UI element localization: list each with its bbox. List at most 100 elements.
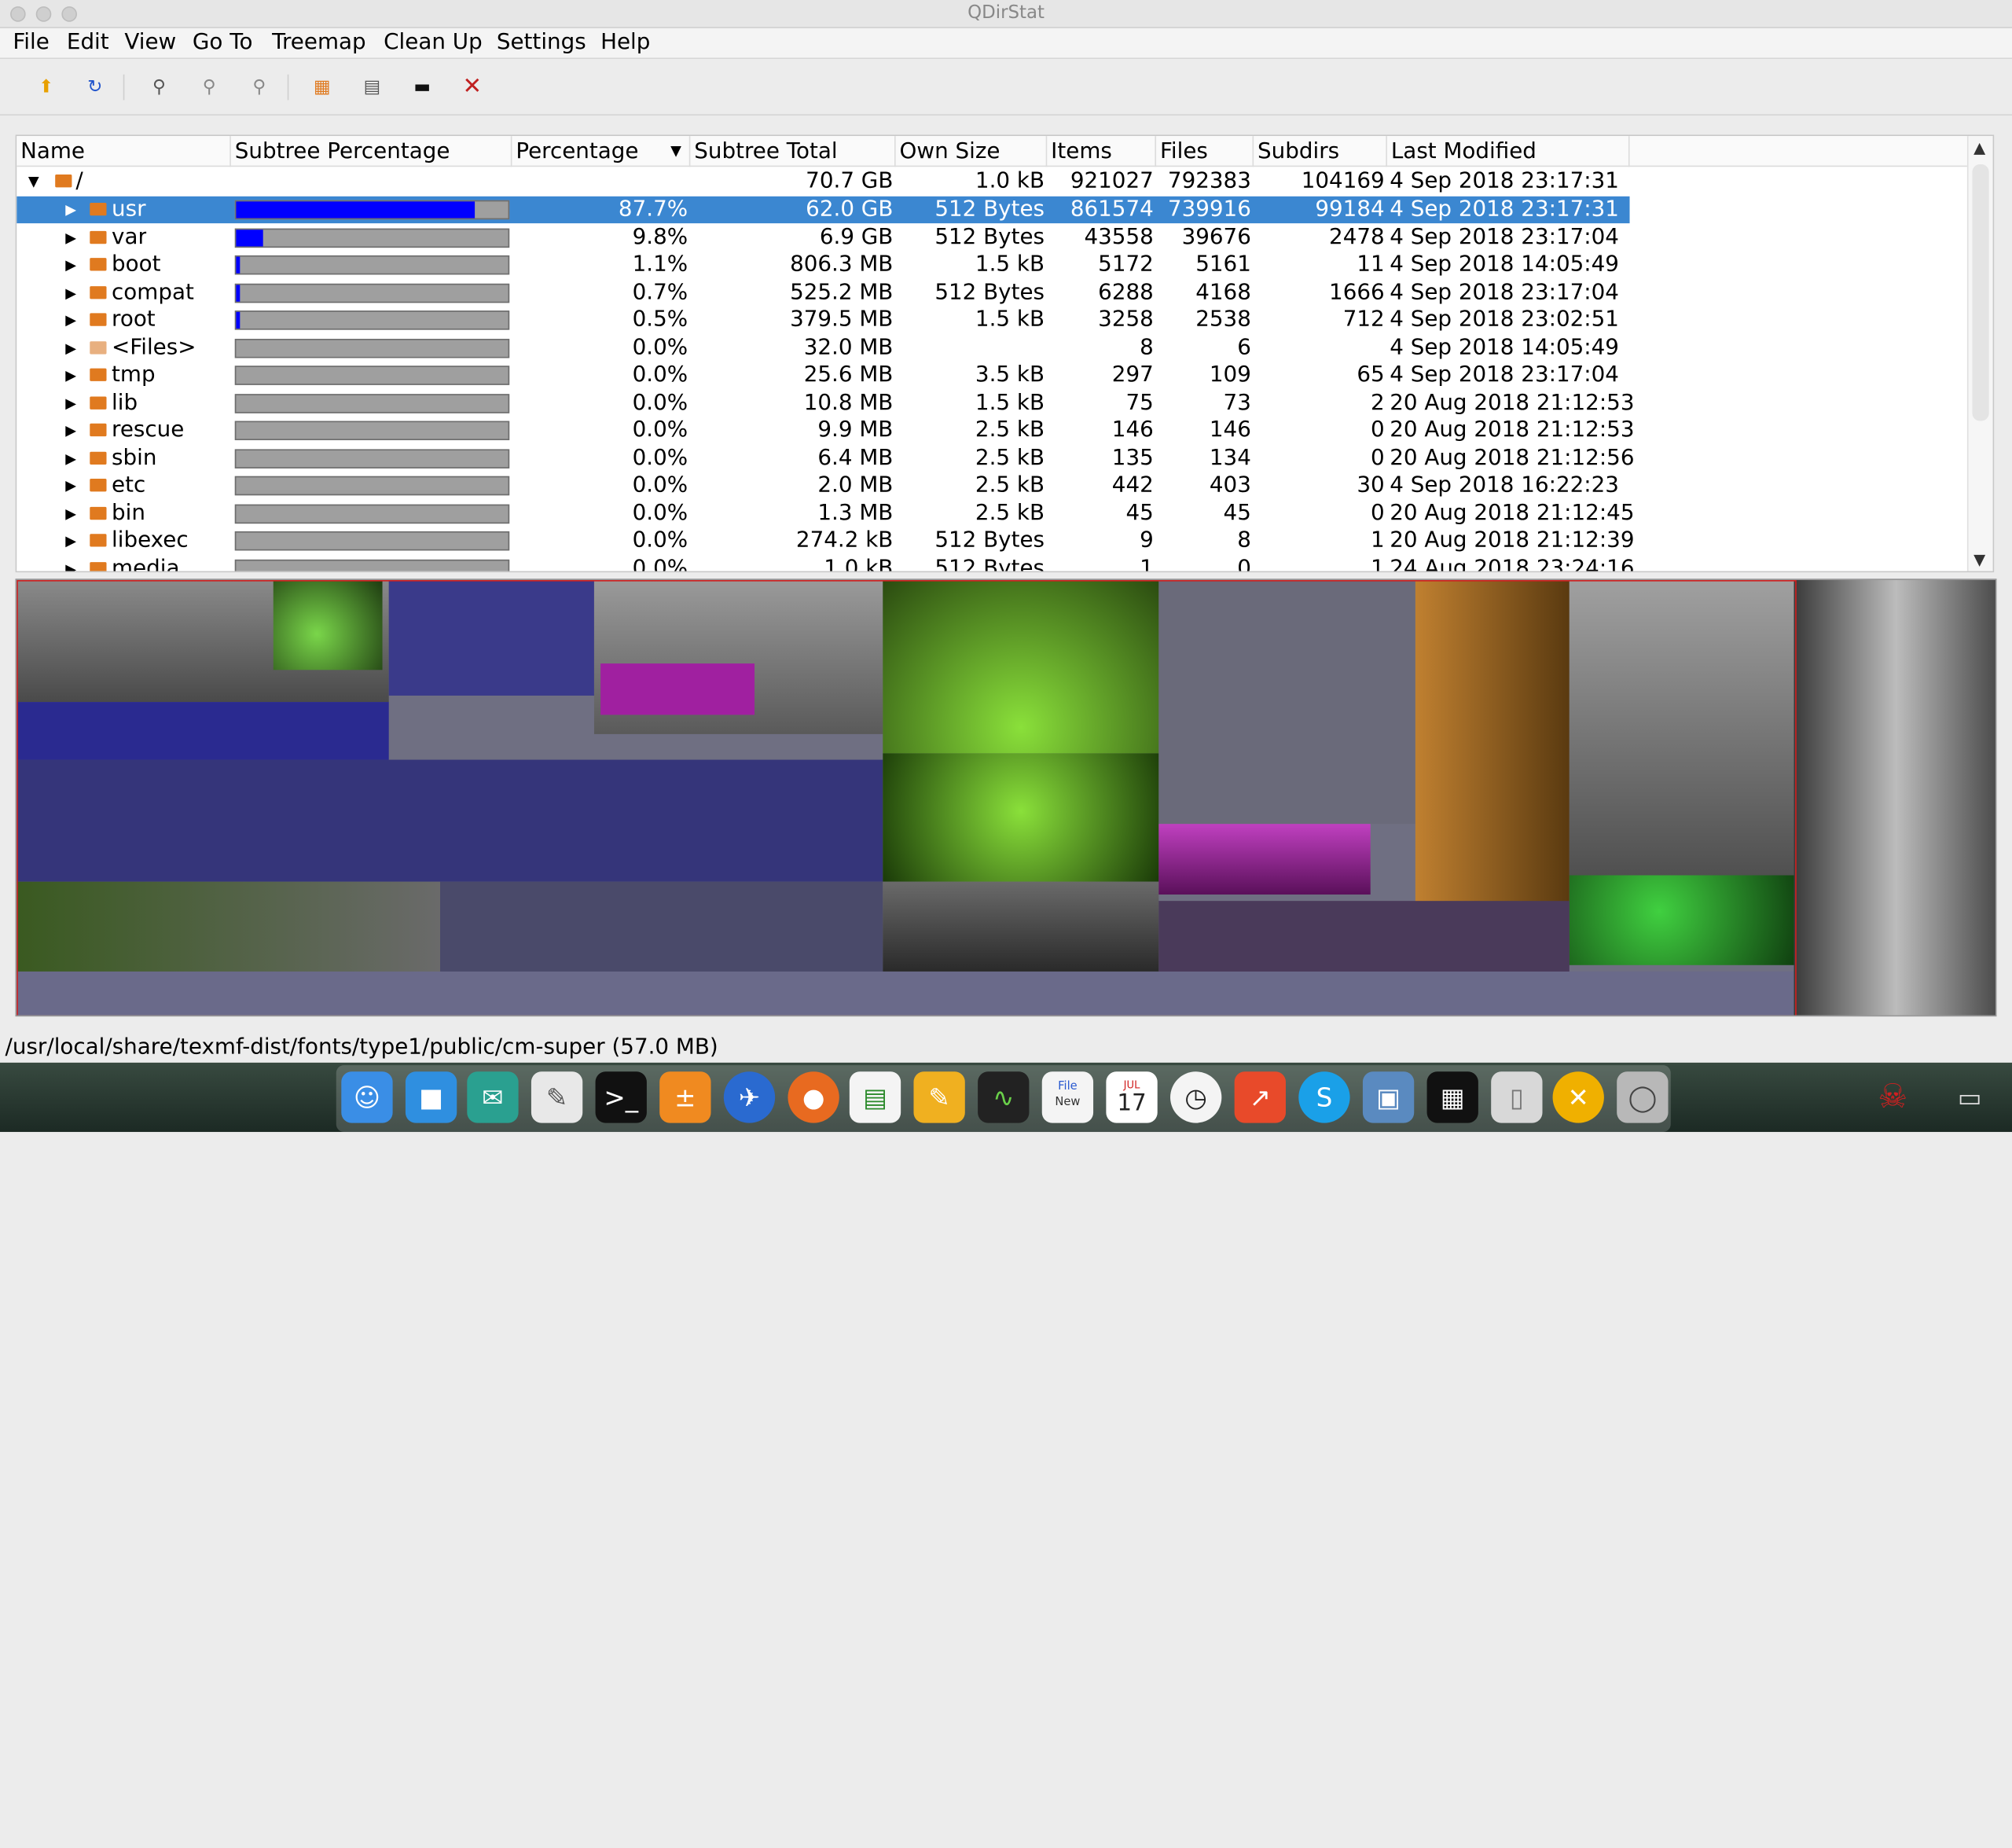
tree-row[interactable]: ▶ sbin 0.0% 6.4 MB 2.5 kB 135 134 0 20 Aug 2018 … [17, 444, 1634, 472]
column-name[interactable]: Name [17, 136, 231, 167]
go-up-icon[interactable]: ⬆ [33, 75, 59, 101]
filemerge-label-new: New [1055, 1096, 1081, 1109]
tree-row[interactable]: ▶ rescue 0.0% 9.9 MB 2.5 kB 146 146 0 20 Aug 201… [17, 417, 1634, 444]
tree-row[interactable]: ▶ media 0.0% 1.0 kB 512 Bytes 1 0 1 24 Aug 2018 … [17, 555, 1634, 573]
dashboard-icon[interactable]: ▦ [1426, 1071, 1478, 1123]
expand-arrow-icon[interactable]: ▶ [65, 307, 78, 333]
column-percentage-label: Percentage [516, 138, 639, 164]
root-subtree-total: 70.7 GB [806, 167, 894, 194]
tree-row[interactable]: ▶ tmp 0.0% 25.6 MB 3.5 kB 297 109 65 4 Sep 2018 … [17, 362, 1629, 388]
expand-arrow-icon[interactable]: ▶ [65, 500, 78, 527]
expand-arrow-icon[interactable]: ▶ [65, 197, 78, 223]
refresh-icon[interactable]: ↻ [82, 75, 108, 101]
tree-row[interactable]: ▶ root 0.5% 379.5 MB 1.5 kB 3258 2538 712 4 Sep … [17, 307, 1629, 333]
scroll-up-arrow-icon[interactable]: ▲ [1973, 138, 1985, 156]
thunderbird-icon[interactable]: ✈ [723, 1071, 776, 1123]
menu-help[interactable]: Help [600, 30, 650, 56]
menu-settings[interactable]: Settings [497, 30, 586, 56]
row-subdirs: 0 [1371, 444, 1385, 471]
column-subtree-total[interactable]: Subtree Total [690, 136, 896, 167]
numbers-icon[interactable]: ▤ [849, 1071, 901, 1123]
firefox-icon[interactable]: ● [788, 1071, 839, 1123]
column-subdirs[interactable]: Subdirs [1254, 136, 1387, 167]
row-percentage: 1.1% [632, 252, 688, 277]
preview-icon[interactable]: ▣ [1362, 1071, 1415, 1123]
expand-arrow-icon[interactable]: ▶ [65, 362, 78, 388]
terminal-icon[interactable]: >_ [595, 1071, 647, 1123]
directory-tree-view[interactable]: Name Subtree Percentage Percentage ▼ Subt… [15, 134, 1995, 573]
treemap-view[interactable] [15, 579, 1997, 1017]
files-icon[interactable]: ■ [405, 1071, 457, 1123]
tree-row[interactable]: ▶ var 9.8% 6.9 GB 512 Bytes 43558 39676 2478 4 S… [17, 224, 1629, 251]
expand-arrow-icon[interactable]: ▶ [65, 555, 78, 571]
calendar-icon[interactable]: JUL 17 [1106, 1071, 1158, 1123]
row-percentage: 0.7% [632, 279, 688, 305]
xquartz-icon[interactable]: ✕ [1552, 1071, 1604, 1123]
folder-icon [90, 450, 107, 465]
app-icon[interactable]: ↗ [1234, 1071, 1286, 1123]
column-items[interactable]: Items [1047, 136, 1157, 167]
tree-row-root[interactable]: ▼ / 70.7 GB 1.0 kB 921027 792383 104169 … [17, 168, 1629, 195]
menu-file[interactable]: File [13, 30, 49, 56]
scrollbar-thumb[interactable] [1972, 163, 1989, 421]
trash-icon[interactable]: ▯ [1491, 1071, 1543, 1123]
scroll-down-arrow-icon[interactable]: ▼ [1973, 550, 1985, 568]
expand-arrow-icon[interactable]: ▶ [65, 445, 78, 472]
expand-arrow-icon[interactable]: ▶ [65, 527, 78, 554]
menu-treemap[interactable]: Treemap [272, 30, 366, 56]
column-last-modified[interactable]: Last Modified [1387, 136, 1630, 167]
zoom-in-icon[interactable]: ⚲ [146, 75, 172, 101]
menu-go-to[interactable]: Go To [193, 30, 253, 56]
expand-arrow-icon[interactable]: ▶ [65, 417, 78, 444]
terminal-icon[interactable]: ▬ [409, 75, 435, 101]
expand-arrow-icon[interactable]: ▶ [65, 472, 78, 499]
treemap-tile[interactable] [1794, 579, 1995, 1016]
trash-icon[interactable]: ▦ [309, 75, 335, 101]
expand-arrow-icon[interactable]: ▶ [65, 334, 78, 361]
open-file-manager-icon[interactable]: ▤ [359, 75, 385, 101]
filemerge-icon[interactable]: File New [1041, 1071, 1094, 1123]
menu-view[interactable]: View [124, 30, 176, 56]
clock-icon[interactable]: ◷ [1170, 1071, 1222, 1123]
row-last-modified: 20 Aug 2018 21:12:53 [1390, 389, 1635, 416]
row-last-modified: 4 Sep 2018 14:05:49 [1390, 334, 1619, 360]
tree-row[interactable]: ▶ libexec 0.0% 274.2 kB 512 Bytes 9 8 1 20 Aug 2… [17, 527, 1634, 554]
tree-row[interactable]: ▶ lib 0.0% 10.8 MB 1.5 kB 75 73 2 20 Aug 2018 21… [17, 390, 1634, 417]
skype-icon[interactable]: S [1298, 1071, 1350, 1123]
disk-utility-icon[interactable]: ◯ [1617, 1071, 1669, 1123]
tree-row[interactable]: ▶ usr 87.7% 62.0 GB 512 Bytes 861574 739916 991… [17, 196, 1630, 224]
row-items: 5172 [1098, 252, 1154, 277]
tree-row[interactable]: ▶ compat 0.7% 525.2 MB 512 Bytes 6288 4168 1666… [17, 279, 1629, 306]
pages-icon[interactable]: ✎ [913, 1071, 965, 1123]
column-percentage[interactable]: Percentage ▼ [512, 136, 691, 167]
zoom-reset-icon[interactable]: ⚲ [246, 75, 272, 101]
tree-row[interactable]: ▶ <Files> 0.0% 32.0 MB 8 6 4 Sep 2018 14:05:49 [17, 334, 1629, 361]
menu-bar: File Edit View Go To Treemap Clean Up Se… [0, 28, 2012, 60]
row-items: 135 [1111, 444, 1154, 471]
column-files[interactable]: Files [1156, 136, 1254, 167]
expand-arrow-icon[interactable]: ▶ [65, 390, 78, 417]
collapse-arrow-icon[interactable]: ▼ [28, 168, 41, 195]
menu-edit[interactable]: Edit [67, 30, 109, 56]
finder-icon[interactable]: ☺ [341, 1071, 393, 1123]
expand-arrow-icon[interactable]: ▶ [65, 224, 78, 251]
row-items: 9 [1140, 527, 1154, 553]
drive-icon[interactable]: ▭ [1944, 1071, 1995, 1122]
textedit-icon[interactable]: ✎ [531, 1071, 583, 1123]
menu-clean-up[interactable]: Clean Up [384, 30, 483, 56]
calculator-icon[interactable]: ± [659, 1071, 711, 1123]
row-percentage: 0.0% [632, 555, 688, 573]
expand-arrow-icon[interactable]: ▶ [65, 279, 78, 306]
daemon-icon[interactable]: ☠ [1867, 1071, 1918, 1122]
activity-monitor-icon[interactable]: ∿ [978, 1071, 1030, 1123]
zoom-out-icon[interactable]: ⚲ [196, 75, 222, 101]
tree-row[interactable]: ▶ bin 0.0% 1.3 MB 2.5 kB 45 45 0 20 Aug 2018 21:… [17, 500, 1634, 527]
tree-scrollbar[interactable]: ▲ ▼ [1966, 136, 1993, 571]
mail-icon[interactable]: ✉ [467, 1071, 519, 1123]
tree-row[interactable]: ▶ etc 0.0% 2.0 MB 2.5 kB 442 403 30 4 Sep 2018 1… [17, 472, 1629, 499]
column-own-size[interactable]: Own Size [896, 136, 1048, 167]
delete-icon[interactable]: ✕ [460, 74, 486, 101]
column-subtree-percentage[interactable]: Subtree Percentage [231, 136, 512, 167]
tree-row[interactable]: ▶ boot 1.1% 806.3 MB 1.5 kB 5172 5161 11 4 Sep 2… [17, 252, 1629, 278]
expand-arrow-icon[interactable]: ▶ [65, 252, 78, 278]
